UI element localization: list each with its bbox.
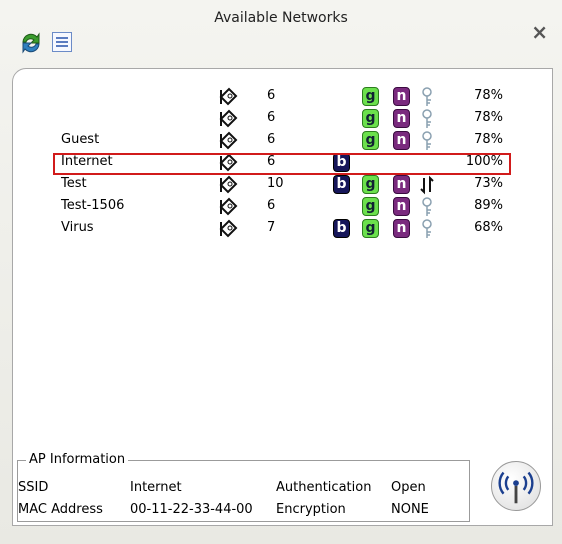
network-ssid: Virus <box>61 220 94 235</box>
available-networks-window: Available Networks × 6 g n 78% 6 g n 78% Guest 6 g… <box>0 0 562 544</box>
network-row[interactable]: Test-1506 6 g n 89% <box>13 195 552 217</box>
signal-strength: 68% <box>474 220 503 235</box>
network-row[interactable]: 6 g n 78% <box>13 85 552 107</box>
window-title: Available Networks <box>214 10 348 26</box>
title-bar: Available Networks × <box>0 0 562 62</box>
signal-icon <box>219 175 238 194</box>
mode-n-badge: n <box>393 131 410 150</box>
ssid-label: SSID <box>18 480 49 495</box>
network-ssid: Test-1506 <box>61 198 125 213</box>
encryption-label: Encryption <box>276 502 346 517</box>
authentication-value: Open <box>391 480 426 495</box>
network-ssid: Test <box>61 176 87 191</box>
network-channel: 6 <box>267 132 276 147</box>
signal-strength: 89% <box>474 198 503 213</box>
network-row[interactable]: 6 g n 78% <box>13 107 552 129</box>
network-channel: 10 <box>267 176 284 191</box>
list-view-icon[interactable] <box>52 32 72 52</box>
ap-information-box: AP Information SSID Internet Authenticat… <box>17 452 470 522</box>
signal-strength: 78% <box>474 110 503 125</box>
signal-icon <box>219 87 238 106</box>
mode-g-badge: g <box>362 109 379 128</box>
mode-n-badge: n <box>393 175 410 194</box>
close-icon[interactable]: × <box>531 20 548 44</box>
encryption-value: NONE <box>391 502 429 517</box>
mac-address-label: MAC Address <box>18 502 103 517</box>
refresh-icon[interactable] <box>17 30 45 56</box>
mode-n-badge: n <box>393 197 410 216</box>
key-icon <box>422 109 432 128</box>
network-ssid: Guest <box>61 132 100 147</box>
ssid-value: Internet <box>130 480 182 495</box>
mode-b-badge: b <box>333 219 350 238</box>
network-channel: 6 <box>267 198 276 213</box>
mode-g-badge: g <box>362 219 379 238</box>
key-icon <box>422 131 432 150</box>
ap-information-legend: AP Information <box>26 452 129 467</box>
key-icon <box>422 219 432 238</box>
signal-icon <box>219 109 238 128</box>
network-channel: 7 <box>267 220 276 235</box>
network-row[interactable]: Test 10 b g n 73% <box>13 173 552 195</box>
mode-g-badge: g <box>362 175 379 194</box>
mode-n-badge: n <box>393 109 410 128</box>
key-icon <box>422 87 432 106</box>
wifi-icon[interactable] <box>491 461 541 511</box>
mode-g-badge: g <box>362 131 379 150</box>
network-channel: 6 <box>267 110 276 125</box>
network-row[interactable]: Guest 6 g n 78% <box>13 129 552 151</box>
signal-icon <box>219 197 238 216</box>
signal-strength: 73% <box>474 176 503 191</box>
network-row[interactable]: Virus 7 b g n 68% <box>13 217 552 239</box>
authentication-label: Authentication <box>276 480 372 495</box>
networks-panel: 6 g n 78% 6 g n 78% Guest 6 g n 78% Internet 6 b 100% Tes… <box>12 68 553 526</box>
exchange-arrows-icon <box>420 175 434 195</box>
network-channel: 6 <box>267 88 276 103</box>
signal-strength: 78% <box>474 88 503 103</box>
key-icon <box>422 197 432 216</box>
signal-icon <box>219 219 238 238</box>
signal-icon <box>219 131 238 150</box>
signal-strength: 78% <box>474 132 503 147</box>
selected-network-highlight <box>53 153 511 175</box>
mac-address-value: 00-11-22-33-44-00 <box>130 502 253 517</box>
mode-g-badge: g <box>362 87 379 106</box>
mode-n-badge: n <box>393 87 410 106</box>
mode-g-badge: g <box>362 197 379 216</box>
mode-n-badge: n <box>393 219 410 238</box>
mode-b-badge: b <box>333 175 350 194</box>
